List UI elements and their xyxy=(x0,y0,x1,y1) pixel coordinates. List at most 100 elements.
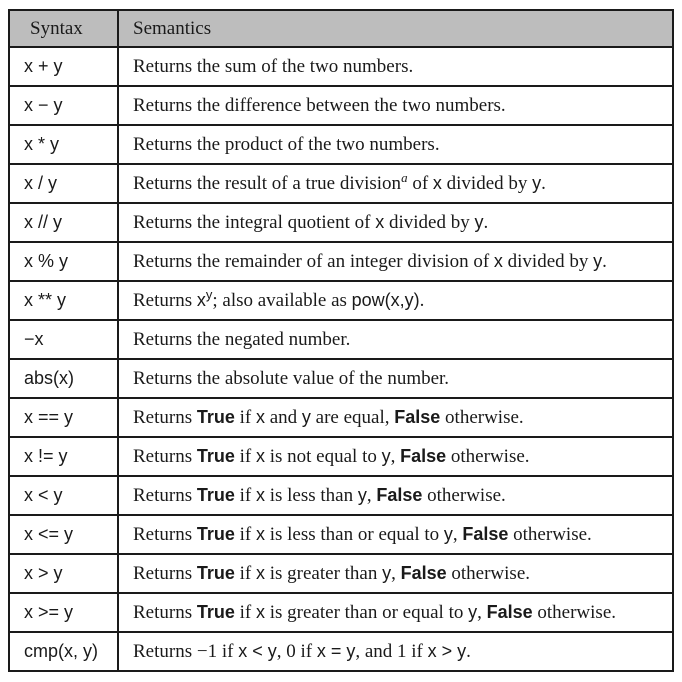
syntax-cell: x + y xyxy=(8,46,119,87)
semantics-txt-segment: Returns the absolute value of the number… xyxy=(133,367,450,389)
semantics-cell: Returns the absolute value of the number… xyxy=(117,358,674,399)
syntax-cell: x / y xyxy=(8,163,119,204)
semantics-code-segment: x < y xyxy=(238,640,277,661)
semantics-txt-segment: Returns the negated number. xyxy=(133,328,351,350)
semantics-cell: Returns xy; also available as pow(x,y). xyxy=(117,280,674,321)
semantics-txt-segment: if xyxy=(234,523,256,545)
syntax-cell: abs(x) xyxy=(8,358,119,399)
syntax-cell: x * y xyxy=(8,124,119,165)
semantics-code-segment: pow(x,y) xyxy=(351,289,420,310)
semantics-txt-segment: divided by xyxy=(502,250,594,272)
syntax-cell: x % y xyxy=(8,241,119,282)
semantics-kw-segment: True xyxy=(196,562,235,583)
semantics-kw-segment: False xyxy=(400,445,447,466)
semantics-code-segment: x xyxy=(255,445,265,466)
semantics-txt-segment: Returns the result of a true division xyxy=(133,172,402,194)
semantics-code-segment: x xyxy=(493,250,503,271)
semantics-kw-segment: False xyxy=(394,406,441,427)
semantics-code-segment: x xyxy=(432,172,442,193)
semantics-kw-segment: True xyxy=(196,445,235,466)
semantics-code-segment: y xyxy=(593,250,603,271)
semantics-txt-segment: , and 1 if xyxy=(355,640,428,662)
table-row: x // y Returns the integral quotient of x… xyxy=(8,202,674,243)
semantics-txt-segment: , xyxy=(477,601,487,623)
semantics-txt-segment: Returns xyxy=(133,601,197,623)
syntax-cell: x ** y xyxy=(8,280,119,321)
semantics-txt-segment: , 0 if xyxy=(276,640,317,662)
semantics-code-segment: x xyxy=(255,601,265,622)
table-row: cmp(x, y) Returns −1 if x < y, 0 if x = y… xyxy=(8,631,674,672)
semantics-kw-segment: False xyxy=(462,523,509,544)
syntax-cell: −x xyxy=(8,319,119,360)
semantics-cell: Returns the negated number. xyxy=(117,319,674,360)
semantics-txt-segment: are equal, xyxy=(310,406,395,428)
semantics-cell: Returns the difference between the two n… xyxy=(117,85,674,126)
semantics-txt-segment: , xyxy=(390,445,401,467)
table-row: −x Returns the negated number. xyxy=(8,319,674,360)
semantics-txt-segment: . xyxy=(602,250,607,272)
semantics-txt-segment: of xyxy=(407,172,433,194)
semantics-txt-segment: Returns xyxy=(133,445,197,467)
syntax-cell: x <= y xyxy=(8,514,119,555)
syntax-cell: x < y xyxy=(8,475,119,516)
semantics-cell: Returns True if x is less than or equal … xyxy=(117,514,674,555)
semantics-txt-segment: , xyxy=(366,484,377,506)
table-row: x * y Returns the product of the two numb… xyxy=(8,124,674,165)
semantics-txt-segment: Returns xyxy=(133,484,197,506)
semantics-txt-segment: otherwise. xyxy=(422,484,506,506)
semantics-txt-segment: is not equal to xyxy=(264,445,382,467)
semantics-code-segment: x > y xyxy=(427,640,467,661)
semantics-kw-segment: True xyxy=(196,601,235,622)
semantics-txt-segment: . xyxy=(466,640,471,662)
semantics-cell: Returns the remainder of an integer divi… xyxy=(117,241,674,282)
semantics-txt-segment: Returns the product of the two numbers. xyxy=(133,133,440,155)
semantics-txt-segment: . xyxy=(483,211,489,233)
table-row: x != y Returns True if x is not equal to … xyxy=(8,436,674,477)
syntax-cell: cmp(x, y) xyxy=(8,631,119,672)
semantics-txt-segment: if xyxy=(234,445,256,467)
semantics-txt-segment: , xyxy=(452,523,463,545)
syntax-cell: x > y xyxy=(8,553,119,594)
semantics-txt-segment: is greater than xyxy=(264,562,383,584)
table-row: x + y Returns the sum of the two numbers. xyxy=(8,46,674,87)
syntax-cell: x != y xyxy=(8,436,119,477)
semantics-cell: Returns True if x and y are equal, False… xyxy=(117,397,674,438)
table-row: x == y Returns True if x and y are equal,… xyxy=(8,397,674,438)
table-row: x > y Returns True if x is greater than y… xyxy=(8,553,674,594)
semantics-txt-segment: if xyxy=(234,484,256,506)
semantics-txt-segment: . xyxy=(419,289,425,311)
table-row: x >= y Returns True if x is greater than … xyxy=(8,592,674,633)
syntax-cell: x − y xyxy=(8,85,119,126)
semantics-txt-segment: if xyxy=(234,406,256,428)
semantics-kw-segment: False xyxy=(376,484,423,505)
syntax-cell: x >= y xyxy=(8,592,119,633)
semantics-code-segment: x = y xyxy=(316,640,356,661)
table-header: Syntax Semantics xyxy=(8,9,674,48)
semantics-code-segment: x xyxy=(255,484,265,505)
semantics-txt-segment: Returns the difference between the two n… xyxy=(133,94,506,116)
syntax-cell: x == y xyxy=(8,397,119,438)
semantics-txt-segment: Returns xyxy=(133,406,197,428)
header-syntax: Syntax xyxy=(8,9,119,48)
semantics-code-segment: y xyxy=(301,406,311,427)
table-body: x + y Returns the sum of the two numbers.… xyxy=(8,46,674,672)
semantics-txt-segment: . xyxy=(541,172,546,194)
semantics-cell: Returns True if x is greater than or equ… xyxy=(117,592,674,633)
table-row: x − y Returns the difference between the … xyxy=(8,85,674,126)
semantics-cell: Returns True if x is not equal to y, Fal… xyxy=(117,436,674,477)
table-row: x ** y Returns xy; also available as pow(… xyxy=(8,280,674,321)
semantics-kw-segment: False xyxy=(400,562,447,583)
table-row: x % y Returns the remainder of an integer… xyxy=(8,241,674,282)
semantics-txt-segment: is less than or equal to xyxy=(264,523,444,545)
semantics-txt-segment: Returns −1 if xyxy=(133,640,239,662)
operators-table: Syntax Semantics x + y Returns the sum of… xyxy=(8,9,674,672)
semantics-txt-segment: is less than xyxy=(264,484,358,506)
semantics-cell: Returns the integral quotient of x divid… xyxy=(117,202,674,243)
semantics-txt-segment: Returns the sum of the two numbers. xyxy=(133,55,414,77)
semantics-txt-segment: if xyxy=(234,601,256,623)
semantics-txt-segment: ; also available as xyxy=(212,289,352,311)
semantics-code-segment: y xyxy=(357,484,367,505)
semantics-code-segment: y xyxy=(532,172,542,193)
semantics-code-segment: x xyxy=(255,562,265,583)
semantics-cell: Returns the sum of the two numbers. xyxy=(117,46,674,87)
